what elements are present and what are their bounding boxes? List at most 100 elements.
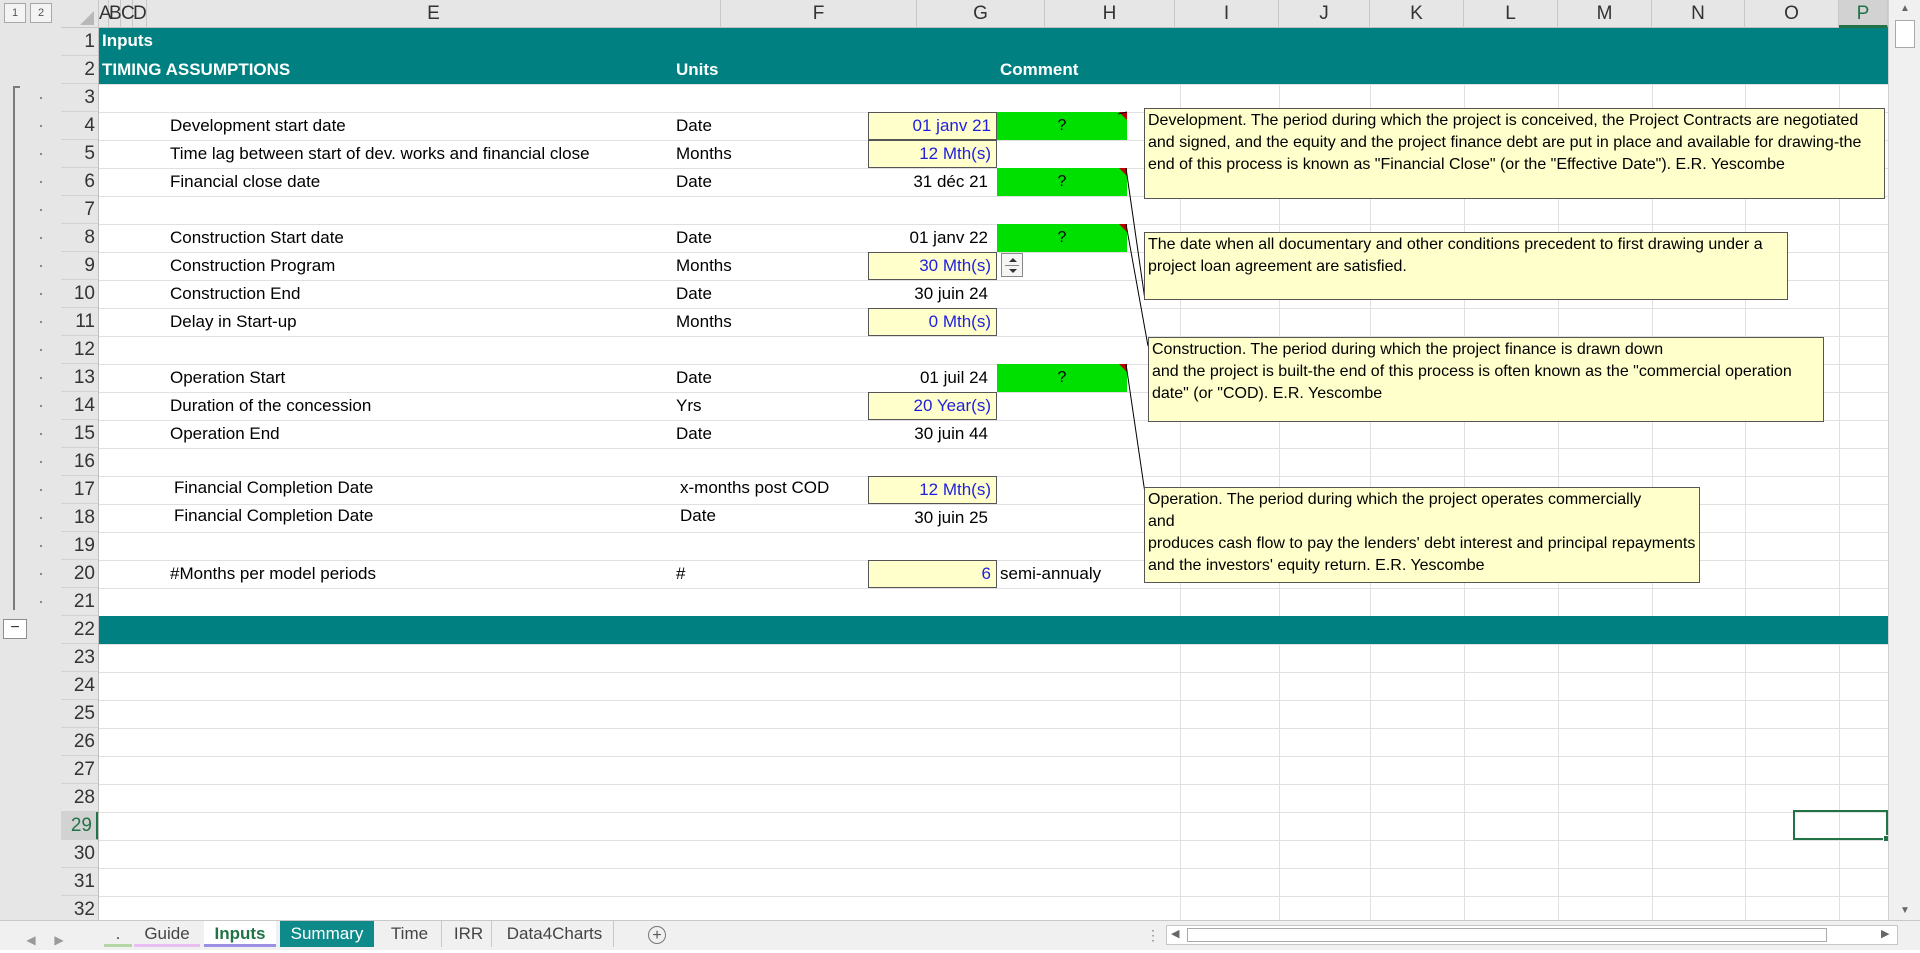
comment-construction[interactable]: Construction. The period during which th… [1148,337,1824,422]
outline-detail-dot [40,433,42,435]
outline-collapse-button[interactable]: − [3,619,27,639]
sheet-tab-irr[interactable]: IRR [446,921,492,947]
row-header-23[interactable]: 23 [61,644,98,672]
months-per-period-note: semi-annualy [1000,564,1102,583]
row-header-7[interactable]: 7 [61,196,98,224]
time-lag-input[interactable]: 12 Mth(s) [868,140,997,168]
row-header-2[interactable]: 2 [61,56,98,84]
column-header-f[interactable]: F [721,0,917,28]
column-header-e[interactable]: E [147,0,721,28]
selected-cell[interactable] [1793,810,1890,842]
sheet-tab-dot[interactable]: . [104,921,132,947]
financial-completion-months-input[interactable]: 12 Mth(s) [868,476,997,504]
column-header-c[interactable]: C [121,0,135,28]
column-header-m[interactable]: M [1558,0,1652,28]
row-header-14[interactable]: 14 [61,392,98,420]
prev-sheet-icon[interactable]: ◀ [24,927,38,953]
row-header-1[interactable]: 1 [61,28,98,56]
financial-close-value[interactable]: 31 déc 21 [868,168,997,196]
column-header-d[interactable]: D [133,0,147,28]
row-header-22[interactable]: 22 [61,616,98,644]
column-header-k[interactable]: K [1370,0,1464,28]
row-header-32[interactable]: 32 [61,896,98,920]
row-gridline [99,756,1888,757]
vertical-scroll-thumb[interactable] [1895,20,1915,48]
row-header-12[interactable]: 12 [61,336,98,364]
column-header-b[interactable]: B [109,0,122,28]
row-header-10[interactable]: 10 [61,280,98,308]
row-header-19[interactable]: 19 [61,532,98,560]
scroll-left-icon[interactable]: ◀ [1171,927,1179,940]
financial-completion-date-unit: Date [680,506,716,525]
column-header-g[interactable]: G [917,0,1045,28]
operation-end-value[interactable]: 30 juin 44 [868,420,997,448]
spinner-down-icon[interactable] [1009,269,1017,273]
tab-splitter-icon[interactable]: ⋮ [1146,927,1160,944]
development-start-unit: Date [676,116,712,135]
scroll-up-icon[interactable]: ▲ [1889,0,1920,18]
sheet-tab-data4charts[interactable]: Data4Charts [496,921,614,947]
construction-program-input[interactable]: 30 Mth(s) [868,252,997,280]
spinner-up-icon[interactable] [1009,258,1017,262]
row-header-20[interactable]: 20 [61,560,98,588]
sheet-tab-guide[interactable]: Guide [134,921,200,947]
scroll-right-icon[interactable]: ▶ [1881,927,1889,940]
next-sheet-icon[interactable]: ▶ [52,927,66,953]
column-header-p[interactable]: P [1839,0,1888,28]
column-header-h[interactable]: H [1045,0,1175,28]
column-header-o[interactable]: O [1745,0,1839,28]
row-header-26[interactable]: 26 [61,728,98,756]
row-header-18[interactable]: 18 [61,504,98,532]
sheet-tab-summary[interactable]: Summary [280,921,374,947]
row-header-4[interactable]: 4 [61,112,98,140]
construction-program-spinner[interactable] [1001,253,1023,277]
comment-operation[interactable]: Operation. The period during which the p… [1144,487,1700,583]
column-header-i[interactable]: I [1175,0,1279,28]
sheet-tab-time[interactable]: Time [378,921,442,947]
sheet-tab-inputs[interactable]: Inputs [204,921,276,947]
construction-end-value[interactable]: 30 juin 24 [868,280,997,308]
column-header-a[interactable]: A [99,0,112,28]
row-header-9[interactable]: 9 [61,252,98,280]
concession-duration-input[interactable]: 20 Year(s) [868,392,997,420]
comment-development[interactable]: Development. The period during which the… [1144,108,1885,199]
row-header-29[interactable]: 29 [61,812,98,840]
row-header-8[interactable]: 8 [61,224,98,252]
comment-financial-close[interactable]: The date when all documentary and other … [1144,232,1788,300]
row-header-28[interactable]: 28 [61,784,98,812]
operation-start-value[interactable]: 01 juil 24 [868,364,997,392]
horizontal-scrollbar[interactable]: ◀ ▶ [1166,925,1898,945]
outline-level-1-button[interactable]: 1 [4,3,26,23]
outline-group-bracket-top [13,86,20,88]
column-header-l[interactable]: L [1464,0,1558,28]
outline-detail-dot [40,237,42,239]
delay-startup-input[interactable]: 0 Mth(s) [868,308,997,336]
scroll-down-icon[interactable]: ▼ [1889,902,1920,920]
row-header-3[interactable]: 3 [61,84,98,112]
column-header-j[interactable]: J [1279,0,1370,28]
row-header-30[interactable]: 30 [61,840,98,868]
row-header-24[interactable]: 24 [61,672,98,700]
row-header-15[interactable]: 15 [61,420,98,448]
months-per-period-input[interactable]: 6 [868,560,997,588]
horizontal-scroll-thumb[interactable] [1187,928,1827,942]
row-header-21[interactable]: 21 [61,588,98,616]
financial-completion-date-value[interactable]: 30 juin 25 [868,504,997,532]
row-header-5[interactable]: 5 [61,140,98,168]
add-sheet-icon[interactable]: + [648,926,666,944]
outline-level-2-button[interactable]: 2 [30,3,52,23]
row-header-17[interactable]: 17 [61,476,98,504]
row-header-27[interactable]: 27 [61,756,98,784]
construction-start-value[interactable]: 01 janv 22 [868,224,997,252]
construction-start-unit: Date [676,228,712,247]
column-header-n[interactable]: N [1652,0,1745,28]
row-header-25[interactable]: 25 [61,700,98,728]
row-header-6[interactable]: 6 [61,168,98,196]
outline-detail-dot [40,209,42,211]
row-header-16[interactable]: 16 [61,448,98,476]
row-header-31[interactable]: 31 [61,868,98,896]
row-header-11[interactable]: 11 [61,308,98,336]
development-start-input[interactable]: 01 janv 21 [868,112,997,140]
vertical-scrollbar[interactable]: ▲ ▼ [1888,0,1920,920]
row-header-13[interactable]: 13 [61,364,98,392]
